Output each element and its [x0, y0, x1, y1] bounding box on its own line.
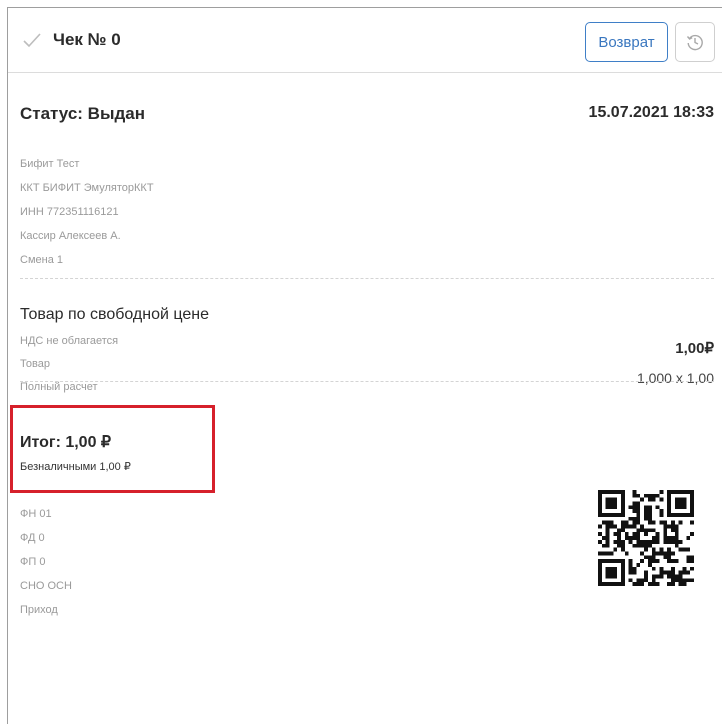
divider — [20, 381, 714, 382]
history-icon — [686, 34, 703, 51]
fiscal-info: ФН 01 ФД 0 ФП 0 СНО ОСН Приход — [20, 502, 72, 622]
item-quantity: 1,000 x 1,00 — [636, 370, 714, 386]
fiscal-line: ФП 0 — [20, 556, 46, 568]
item-name: Товар по свободной цене — [20, 306, 209, 323]
receipt-info: Бифит Тест ККТ БИФИТ ЭмуляторККТ ИНН 772… — [20, 152, 154, 272]
info-line: Кассир Алексеев А. — [20, 230, 121, 242]
payment-method: Безналичными 1,00 ₽ — [20, 461, 131, 473]
receipt-datetime: 15.07.2021 18:33 — [588, 104, 714, 121]
receipt-header: Чек № 0 Возврат — [8, 8, 722, 73]
receipt-panel: Чек № 0 Возврат Статус: Выдан 15.07.2021… — [7, 7, 722, 724]
info-line: ИНН 772351116121 — [20, 206, 119, 218]
total-amount: Итог: 1,00 ₽ — [20, 434, 112, 451]
item-detail: НДС не облагается — [20, 335, 119, 347]
info-line: Бифит Тест — [20, 158, 80, 170]
item-detail: Товар — [20, 358, 50, 370]
receipt-status: Статус: Выдан — [20, 104, 145, 123]
info-line: Смена 1 — [20, 254, 63, 266]
item-detail: Полный расчет — [20, 381, 98, 393]
qr-code — [598, 490, 694, 586]
check-icon — [23, 33, 41, 48]
fiscal-line: ФД 0 — [20, 532, 45, 544]
receipt-title: Чек № 0 — [53, 30, 121, 49]
divider — [20, 278, 714, 279]
item-details: НДС не облагается Товар Полный расчет — [20, 330, 118, 399]
fiscal-line: СНО ОСН — [20, 580, 72, 592]
return-button[interactable]: Возврат — [585, 22, 668, 62]
history-button[interactable] — [675, 22, 715, 62]
fiscal-line: Приход — [20, 604, 58, 616]
item-price: 1,00₽ — [675, 340, 714, 357]
info-line: ККТ БИФИТ ЭмуляторККТ — [20, 182, 154, 194]
fiscal-line: ФН 01 — [20, 508, 52, 520]
